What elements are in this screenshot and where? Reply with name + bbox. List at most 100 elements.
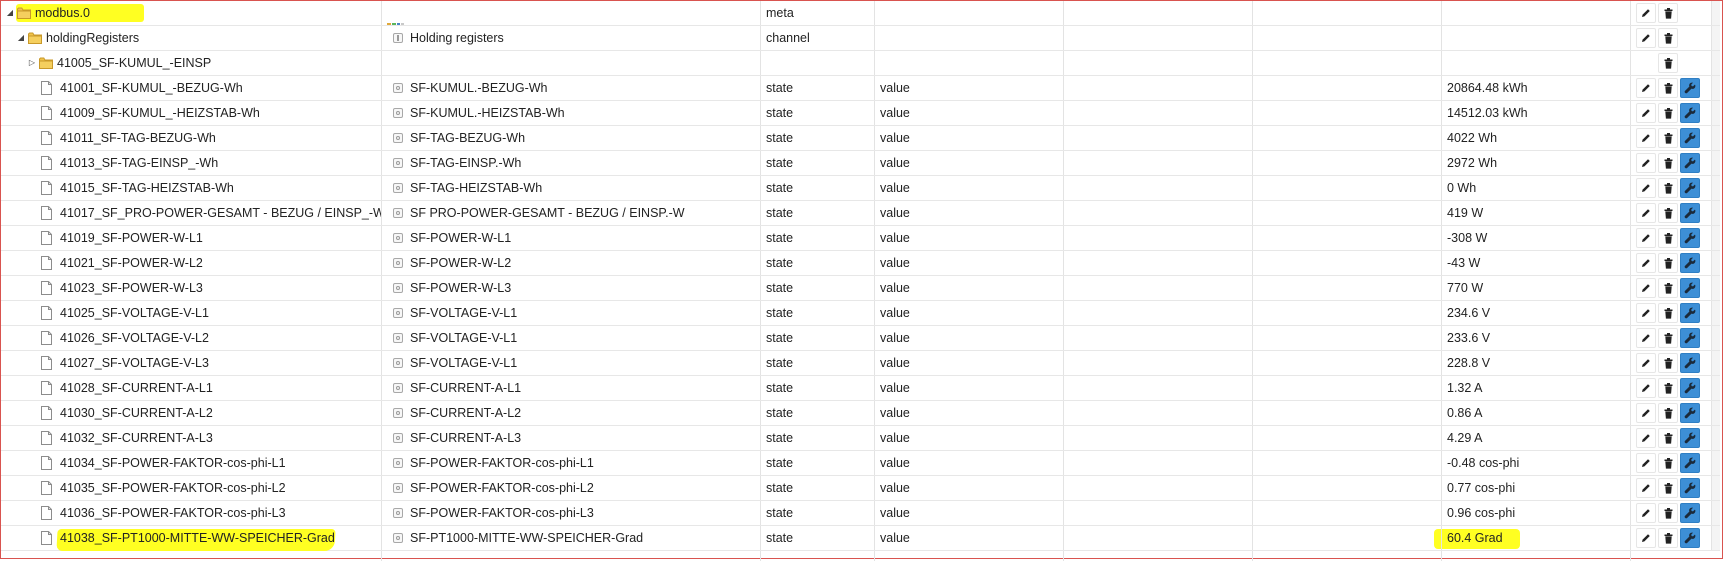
scrollbar-track[interactable] <box>1711 1 1720 25</box>
scrollbar-track[interactable] <box>1711 426 1720 450</box>
object-name-cell[interactable]: SF-POWER-FAKTOR-cos-phi-L2 <box>382 476 761 500</box>
custom-settings-wrench-icon[interactable] <box>1680 528 1700 548</box>
object-id-cell[interactable]: 41027_SF-VOLTAGE-V-L3 <box>1 351 382 375</box>
object-room-cell[interactable] <box>1064 201 1253 225</box>
object-room-cell[interactable] <box>1064 176 1253 200</box>
object-name-cell[interactable]: SF-VOLTAGE-V-L1 <box>382 326 761 350</box>
object-room-cell[interactable] <box>1064 251 1253 275</box>
tree-state-row[interactable]: 41015_SF-TAG-HEIZSTAB-Wh SF-TAG-HEIZSTAB-… <box>1 176 1720 201</box>
edit-pencil-icon[interactable] <box>1636 403 1656 423</box>
object-value-cell[interactable]: 228.8 V <box>1442 351 1631 375</box>
edit-pencil-icon[interactable] <box>1636 253 1656 273</box>
scrollbar-track[interactable] <box>1711 351 1720 375</box>
expand-toggle-icon[interactable]: ▷ <box>26 51 38 75</box>
object-value-cell[interactable]: 234.6 V <box>1442 301 1631 325</box>
custom-settings-wrench-icon[interactable] <box>1680 178 1700 198</box>
custom-settings-wrench-icon[interactable] <box>1680 478 1700 498</box>
edit-pencil-icon[interactable] <box>1636 428 1656 448</box>
delete-trash-icon[interactable] <box>1658 28 1678 48</box>
object-value-cell[interactable] <box>1442 51 1631 75</box>
tree-state-row[interactable]: 41036_SF-POWER-FAKTOR-cos-phi-L3 SF-POWER… <box>1 501 1720 526</box>
edit-pencil-icon[interactable] <box>1636 528 1656 548</box>
object-id-cell[interactable]: 41009_SF-KUMUL_-HEIZSTAB-Wh <box>1 101 382 125</box>
custom-settings-wrench-icon[interactable] <box>1680 103 1700 123</box>
object-room-cell[interactable] <box>1064 476 1253 500</box>
object-id-cell[interactable]: 41025_SF-VOLTAGE-V-L1 <box>1 301 382 325</box>
delete-trash-icon[interactable] <box>1658 253 1678 273</box>
tree-state-row[interactable]: 41017_SF_PRO-POWER-GESAMT - BEZUG / EINS… <box>1 201 1720 226</box>
object-id-cell[interactable]: 41032_SF-CURRENT-A-L3 <box>1 426 382 450</box>
scrollbar-track[interactable] <box>1711 26 1720 50</box>
object-name-cell[interactable]: SF-CURRENT-A-L2 <box>382 401 761 425</box>
custom-settings-wrench-icon[interactable] <box>1680 203 1700 223</box>
tree-folder-row[interactable]: ◢ modbus.0 meta <box>1 1 1720 26</box>
scrollbar-track[interactable] <box>1711 201 1720 225</box>
object-function-cell[interactable] <box>1253 326 1442 350</box>
tree-state-row[interactable]: 41023_SF-POWER-W-L3 SF-POWER-W-L3 state val… <box>1 276 1720 301</box>
object-function-cell[interactable] <box>1253 151 1442 175</box>
object-id-cell[interactable]: 41021_SF-POWER-W-L2 <box>1 251 382 275</box>
scrollbar-track[interactable] <box>1711 451 1720 475</box>
edit-pencil-icon[interactable] <box>1636 203 1656 223</box>
object-name-cell[interactable]: SF-KUMUL.-BEZUG-Wh <box>382 76 761 100</box>
delete-trash-icon[interactable] <box>1658 128 1678 148</box>
edit-pencil-icon[interactable] <box>1636 278 1656 298</box>
object-name-cell[interactable]: SF-VOLTAGE-V-L1 <box>382 301 761 325</box>
object-function-cell[interactable] <box>1253 276 1442 300</box>
object-id-cell[interactable]: 41038_SF-PT1000-MITTE-WW-SPEICHER-Grad <box>1 526 382 550</box>
object-room-cell[interactable] <box>1064 26 1253 50</box>
tree-state-row[interactable]: 41001_SF-KUMUL_-BEZUG-Wh SF-KUMUL.-BEZUG-… <box>1 76 1720 101</box>
custom-settings-wrench-icon[interactable] <box>1680 503 1700 523</box>
object-room-cell[interactable] <box>1064 326 1253 350</box>
object-id-cell[interactable]: 41023_SF-POWER-W-L3 <box>1 276 382 300</box>
object-id-cell[interactable]: 41011_SF-TAG-BEZUG-Wh <box>1 126 382 150</box>
edit-pencil-icon[interactable] <box>1636 128 1656 148</box>
edit-pencil-icon[interactable] <box>1636 303 1656 323</box>
tree-state-row[interactable]: 41027_SF-VOLTAGE-V-L3 SF-VOLTAGE-V-L1 stat… <box>1 351 1720 376</box>
object-value-cell[interactable]: 0.96 cos-phi <box>1442 501 1631 525</box>
tree-state-row[interactable]: 41032_SF-CURRENT-A-L3 SF-CURRENT-A-L3 stat… <box>1 426 1720 451</box>
object-name-cell[interactable]: SF-TAG-EINSP.-Wh <box>382 151 761 175</box>
object-room-cell[interactable] <box>1064 101 1253 125</box>
object-function-cell[interactable] <box>1253 401 1442 425</box>
scrollbar-track[interactable] <box>1711 226 1720 250</box>
scrollbar-track[interactable] <box>1711 51 1720 75</box>
object-id-cell[interactable]: 41013_SF-TAG-EINSP_-Wh <box>1 151 382 175</box>
tree-state-row[interactable]: 41025_SF-VOLTAGE-V-L1 SF-VOLTAGE-V-L1 stat… <box>1 301 1720 326</box>
custom-settings-wrench-icon[interactable] <box>1680 128 1700 148</box>
edit-pencil-icon[interactable] <box>1636 103 1656 123</box>
object-function-cell[interactable] <box>1253 351 1442 375</box>
scrollbar-track[interactable] <box>1711 326 1720 350</box>
delete-trash-icon[interactable] <box>1658 103 1678 123</box>
object-id-cell[interactable]: 41026_SF-VOLTAGE-V-L2 <box>1 326 382 350</box>
scrollbar-track[interactable] <box>1711 126 1720 150</box>
edit-pencil-icon[interactable] <box>1636 28 1656 48</box>
object-value-cell[interactable]: 1.32 A <box>1442 376 1631 400</box>
edit-pencil-icon[interactable] <box>1636 503 1656 523</box>
delete-trash-icon[interactable] <box>1658 78 1678 98</box>
object-name-cell[interactable]: SF-TAG-BEZUG-Wh <box>382 126 761 150</box>
object-room-cell[interactable] <box>1064 276 1253 300</box>
object-id-cell[interactable]: ▷ 41005_SF-KUMUL_-EINSP <box>1 51 382 75</box>
object-id-cell[interactable]: 41017_SF_PRO-POWER-GESAMT - BEZUG / EINS… <box>1 201 382 225</box>
edit-pencil-icon[interactable] <box>1636 78 1656 98</box>
custom-settings-wrench-icon[interactable] <box>1680 278 1700 298</box>
tree-state-row[interactable]: 41028_SF-CURRENT-A-L1 SF-CURRENT-A-L1 stat… <box>1 376 1720 401</box>
object-room-cell[interactable] <box>1064 376 1253 400</box>
delete-trash-icon[interactable] <box>1658 178 1678 198</box>
scrollbar-track[interactable] <box>1711 176 1720 200</box>
scrollbar-track[interactable] <box>1711 476 1720 500</box>
custom-settings-wrench-icon[interactable] <box>1680 303 1700 323</box>
object-id-cell[interactable]: 41019_SF-POWER-W-L1 <box>1 226 382 250</box>
object-id-cell[interactable]: 41035_SF-POWER-FAKTOR-cos-phi-L2 <box>1 476 382 500</box>
custom-settings-wrench-icon[interactable] <box>1680 453 1700 473</box>
object-name-cell[interactable]: SF-POWER-W-L3 <box>382 276 761 300</box>
object-name-cell[interactable]: SF-POWER-FAKTOR-cos-phi-L3 <box>382 501 761 525</box>
object-room-cell[interactable] <box>1064 451 1253 475</box>
object-value-cell[interactable]: 20864.48 kWh <box>1442 76 1631 100</box>
edit-pencil-icon[interactable] <box>1636 3 1656 23</box>
edit-pencil-icon[interactable] <box>1636 378 1656 398</box>
object-name-cell[interactable]: SF-POWER-W-L2 <box>382 251 761 275</box>
object-name-cell[interactable] <box>382 1 761 25</box>
edit-pencil-icon[interactable] <box>1636 153 1656 173</box>
